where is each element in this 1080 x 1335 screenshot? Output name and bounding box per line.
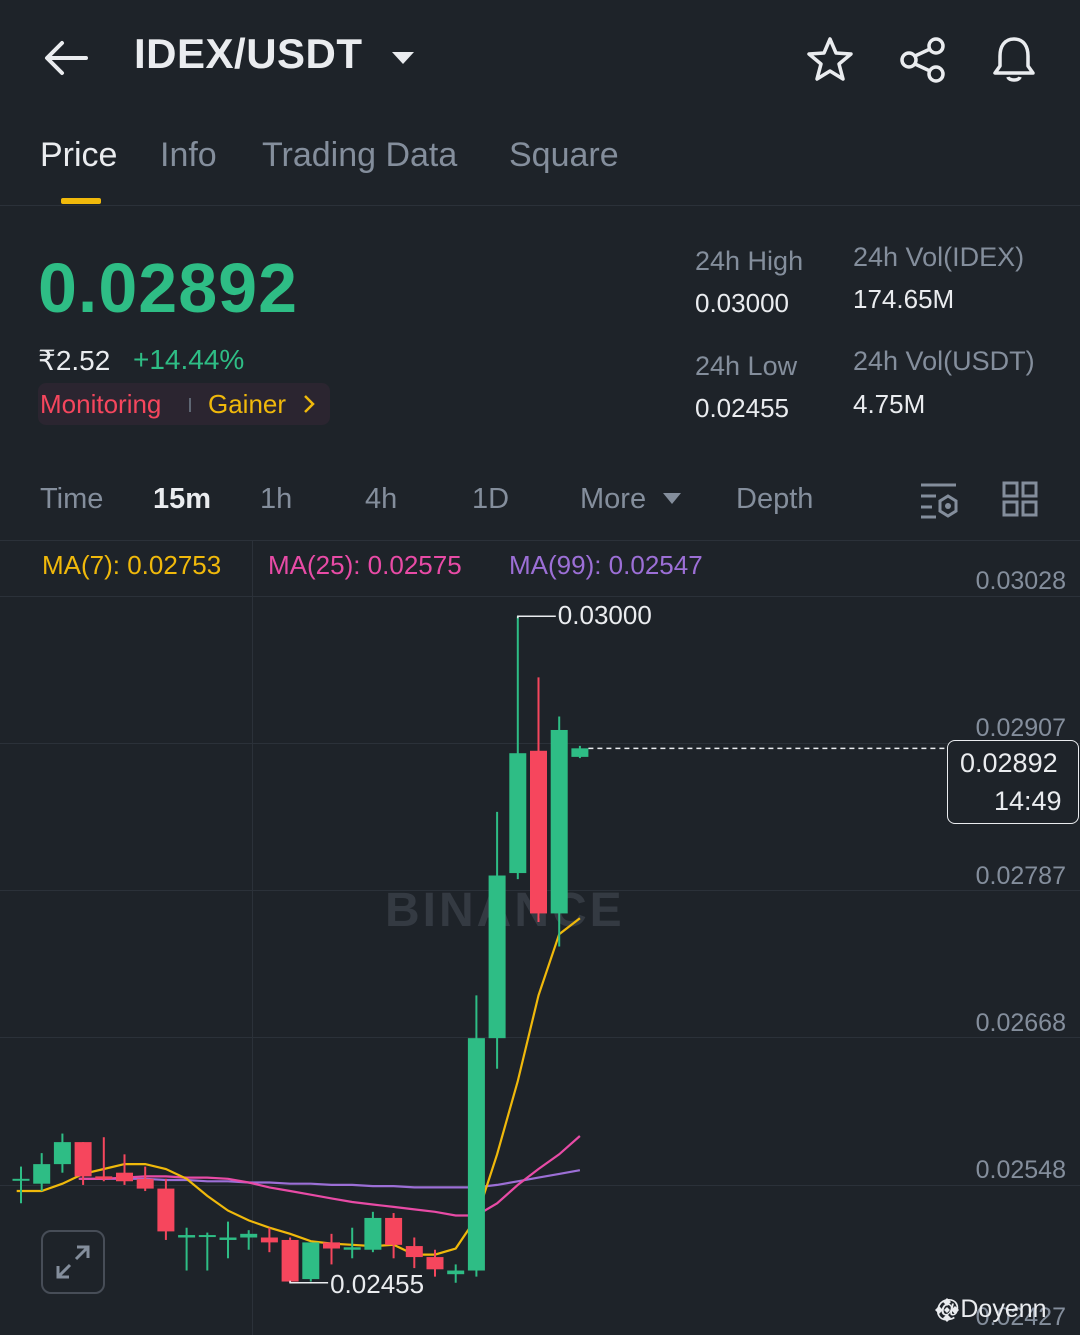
tag-separator (189, 398, 191, 412)
high-label: 24h High (695, 246, 804, 276)
tf-15m[interactable]: 15m (153, 483, 211, 516)
low-label: 24h Low (695, 351, 798, 381)
candle-body (488, 875, 506, 1039)
expand-chart-button[interactable] (41, 1230, 105, 1294)
candle-body (447, 1270, 465, 1275)
credit-text: @Doyenn (935, 1295, 1047, 1323)
change-percent: +14.44% (133, 344, 245, 375)
divider (0, 205, 1080, 206)
candle-body (364, 1217, 382, 1250)
tab-price[interactable]: Price (40, 136, 117, 175)
gainer-tag[interactable]: Gainer (208, 389, 286, 420)
chart-settings-icon[interactable] (918, 480, 960, 520)
tf-time[interactable]: Time (40, 483, 103, 516)
pair-title[interactable]: IDEX/USDT (134, 30, 363, 78)
chevron-down-icon[interactable] (390, 50, 416, 66)
active-tab-indicator (61, 198, 101, 204)
vol-quote-value: 4.75M (853, 389, 926, 419)
ma99-line (78, 1169, 581, 1189)
candle-body (74, 1142, 92, 1177)
high-marker-line (517, 615, 556, 619)
candle-body (240, 1233, 258, 1238)
chevron-right-icon[interactable] (302, 393, 316, 415)
high-marker-label: 0.03000 (557, 600, 652, 631)
tf-1d[interactable]: 1D (472, 483, 509, 516)
candle-body (302, 1242, 320, 1280)
candle-body (550, 729, 568, 914)
vol-base-label: 24h Vol(IDEX) (853, 242, 1025, 272)
share-icon[interactable] (898, 36, 948, 84)
chevron-down-icon[interactable] (662, 492, 682, 505)
expand-icon (56, 1245, 90, 1279)
candle-body (178, 1235, 196, 1238)
low-value: 0.02455 (695, 393, 789, 423)
candle-body (530, 750, 547, 914)
candle-body (509, 753, 527, 874)
bell-icon[interactable] (990, 34, 1038, 84)
candle-body (405, 1246, 423, 1258)
tf-depth[interactable]: Depth (736, 483, 813, 516)
current-price-label: 0.02892 (960, 748, 1058, 778)
vol-quote-label: 24h Vol(USDT) (853, 346, 1035, 376)
candle-body (426, 1257, 444, 1270)
candle-body (157, 1188, 175, 1232)
fiat-price: ₹2.52 (38, 345, 111, 376)
candle-body (198, 1235, 216, 1238)
candle-body (219, 1237, 237, 1240)
candle-body (385, 1217, 403, 1245)
candle-body (281, 1239, 299, 1282)
candle-body (571, 748, 589, 757)
candle-countdown: 14:49 (994, 786, 1062, 816)
candle-body (260, 1237, 278, 1243)
candle-body (33, 1164, 51, 1184)
tf-1h[interactable]: 1h (260, 483, 292, 516)
tab-info[interactable]: Info (160, 136, 217, 175)
tab-trading-data[interactable]: Trading Data (262, 136, 457, 175)
monitoring-tag[interactable]: Monitoring (40, 389, 161, 420)
back-arrow-icon[interactable] (44, 40, 88, 76)
candlestick-chart[interactable] (0, 541, 1080, 1335)
tf-more[interactable]: More (580, 483, 646, 516)
grid-layout-icon[interactable] (1002, 481, 1038, 517)
tf-4h[interactable]: 4h (365, 483, 397, 516)
candle-body (136, 1178, 154, 1189)
ma25-line (78, 1135, 581, 1217)
candle-body (343, 1247, 361, 1250)
candle-body (116, 1172, 133, 1182)
last-price: 0.02892 (38, 249, 299, 327)
candle-body (467, 1038, 485, 1271)
candle-body (95, 1176, 113, 1179)
low-marker-label: 0.02455 (330, 1268, 425, 1299)
high-value: 0.03000 (695, 288, 789, 318)
candle-body (53, 1142, 71, 1165)
tab-square[interactable]: Square (509, 136, 619, 175)
vol-base-value: 174.65M (853, 284, 955, 314)
candle-body (323, 1242, 340, 1249)
star-icon[interactable] (806, 36, 854, 82)
candle-body (12, 1178, 30, 1181)
